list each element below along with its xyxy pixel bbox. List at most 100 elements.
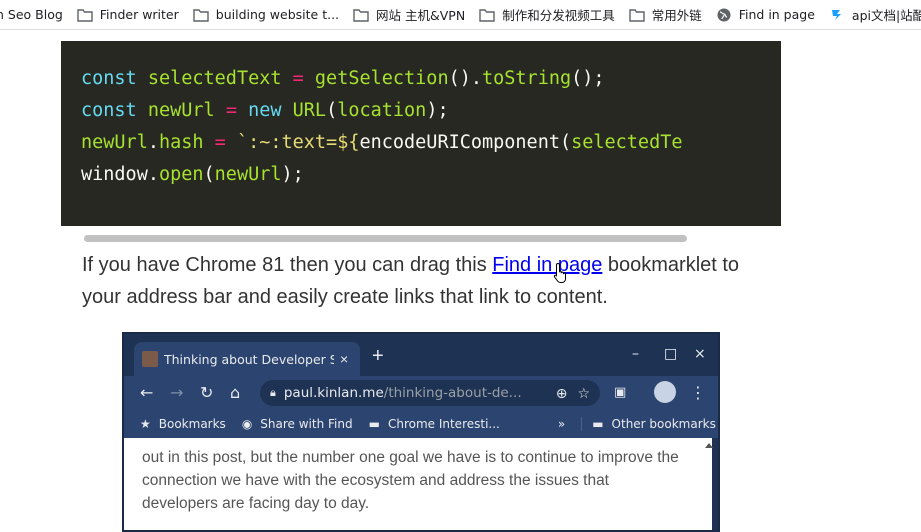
scrollbar-thumb[interactable] xyxy=(84,235,687,242)
bookmark-label: Bookmarks xyxy=(158,417,226,431)
code-line-3: newUrl.hash = `:~:text=${encodeURICompon… xyxy=(81,127,760,159)
bookmark-folder-finder-writer[interactable]: Finder writer xyxy=(71,3,187,27)
tab-close-icon[interactable]: × xyxy=(340,351,348,367)
embedded-bookmark-share-with-find[interactable]: ◉ Share with Find xyxy=(242,417,353,431)
code-token: newUrl xyxy=(214,164,282,185)
bookmark-api-docs[interactable]: api文档|站酷海洛 xyxy=(823,3,921,27)
tab-title: Thinking about Developer Sa xyxy=(164,351,334,367)
embedded-bookmark-chrome-interesting[interactable]: ▬ Chrome Interesti... xyxy=(369,417,500,431)
address-bar[interactable]: 🔒︎ paul.kinlan.me/thinking-about-de... ⊕… xyxy=(260,380,600,406)
browser-titlebar: Thinking about Developer Sa × + – □ × xyxy=(124,334,718,376)
paragraph-text-before: If you have Chrome 81 then you can drag … xyxy=(82,254,493,276)
code-token: ); xyxy=(281,164,304,185)
browser-tab[interactable]: Thinking about Developer Sa × xyxy=(134,342,360,376)
lock-icon: 🔒︎ xyxy=(270,386,276,399)
bookmark-label: 网站 主机&VPN xyxy=(376,8,466,23)
embedded-bookmark-bookmarks[interactable]: ★ Bookmarks xyxy=(140,417,226,431)
bookmark-label: Chrome Interesti... xyxy=(387,417,500,431)
url-path: /thinking-about-de... xyxy=(383,385,522,401)
bookmark-label: building website t... xyxy=(215,7,340,22)
find-in-page-link[interactable]: Find in page xyxy=(492,254,602,276)
url-domain: paul.kinlan.me xyxy=(283,385,384,401)
globe-icon: ◉ xyxy=(241,417,253,431)
bookmark-label: 常用外链 xyxy=(651,8,702,23)
folder-icon xyxy=(479,7,495,23)
code-token: ( xyxy=(326,100,338,121)
star-icon[interactable]: ☆ xyxy=(577,385,590,402)
bookmark-folder-hosting-vpn[interactable]: 网站 主机&VPN xyxy=(347,3,473,27)
code-line-4: window.open(newUrl); xyxy=(81,159,760,191)
bookmark-find-in-page[interactable]: Find in page xyxy=(710,3,823,27)
bookmark-label: 制作和分发视频工具 xyxy=(502,8,615,23)
embedded-page-content: out in this post, but the number one goa… xyxy=(124,438,714,530)
bookmark-seo-blog[interactable]: n Seo Blog xyxy=(0,3,71,27)
star-icon: ★ xyxy=(140,417,151,431)
bookmarklet-paragraph: If you have Chrome 81 then you can drag … xyxy=(82,249,782,313)
chevron-right-icon: » xyxy=(557,417,566,431)
embedded-content-text: out in this post, but the number one goa… xyxy=(142,449,679,512)
code-block: const selectedText = getSelection().toSt… xyxy=(61,41,781,245)
code-token: ); xyxy=(426,100,449,121)
code-token: encodeURIComponent xyxy=(359,132,560,153)
code-token: = xyxy=(214,132,226,153)
code-horizontal-scrollbar[interactable] xyxy=(81,231,760,245)
code-token: newUrl xyxy=(81,132,148,153)
hand-cursor-icon xyxy=(553,262,569,284)
add-icon[interactable]: ⊕ xyxy=(556,385,568,402)
code-token: . xyxy=(147,164,159,185)
bookmark-label: Share with Find xyxy=(260,417,353,431)
menu-dots-icon[interactable]: ⋮ xyxy=(690,384,706,402)
code-token: (). xyxy=(448,68,482,89)
bookmark-label: api文档|站酷海洛 xyxy=(851,8,921,23)
code-token: URL xyxy=(292,100,327,121)
embedded-bookmarks-overflow[interactable]: » xyxy=(558,417,565,431)
bookmark-label: Other bookmarks xyxy=(611,417,716,431)
new-tab-icon[interactable]: + xyxy=(372,346,384,366)
code-token: window xyxy=(81,164,148,185)
tab-favicon-icon xyxy=(142,351,158,367)
scroll-up-icon[interactable] xyxy=(705,443,713,448)
maximize-icon[interactable]: □ xyxy=(664,346,677,362)
code-token: getSelection xyxy=(314,68,449,89)
code-token: new xyxy=(248,100,282,121)
code-token: ( xyxy=(203,164,215,185)
bookmark-folder-video-tools[interactable]: 制作和分发视频工具 xyxy=(473,3,623,27)
home-icon[interactable]: ⌂ xyxy=(230,384,240,402)
bookmark-label: Finder writer xyxy=(99,7,179,22)
avatar[interactable] xyxy=(654,381,676,403)
brand-icon xyxy=(829,7,845,23)
code-token: ( xyxy=(559,132,572,153)
folder-icon xyxy=(77,7,93,23)
cast-icon[interactable]: ▣ xyxy=(614,384,626,402)
code-token: location xyxy=(337,100,427,121)
embedded-bookmark-other[interactable]: ▬ Other bookmarks xyxy=(581,417,716,431)
embedded-bookmarks-bar: ★ Bookmarks ◉ Share with Find ▬ Chrome I… xyxy=(124,410,718,438)
bookmark-folder-external-links[interactable]: 常用外链 xyxy=(623,3,710,27)
bookmarks-bar: n Seo Blog Finder writer building websit… xyxy=(0,0,921,30)
minimize-icon[interactable]: – xyxy=(632,346,639,362)
code-token: hash xyxy=(158,132,204,153)
bookmark-folder-building-website[interactable]: building website t... xyxy=(187,3,347,27)
code-token: = xyxy=(292,68,304,89)
embedded-browser-screenshot: Thinking about Developer Sa × + – □ × ← … xyxy=(122,332,720,532)
code-token: (); xyxy=(571,68,605,89)
code-token: selectedText xyxy=(147,68,282,89)
close-window-icon[interactable]: × xyxy=(694,346,706,362)
browser-toolbar: ← → ↻ ⌂ 🔒︎ paul.kinlan.me/thinking-about… xyxy=(124,376,718,410)
back-arrow-icon[interactable]: ← xyxy=(140,384,153,402)
globe-icon xyxy=(716,7,732,23)
folder-icon xyxy=(193,7,209,23)
forward-arrow-icon[interactable]: → xyxy=(170,384,183,402)
folder-icon: ▬ xyxy=(592,417,604,431)
code-token: open xyxy=(158,164,204,185)
code-token: selectedTe xyxy=(571,132,683,153)
code-line-2: const newUrl = new URL(location); xyxy=(81,95,760,127)
folder-icon xyxy=(353,7,369,23)
code-token: = xyxy=(225,100,237,121)
embedded-vertical-scrollbar[interactable] xyxy=(712,438,718,530)
code-token: newUrl xyxy=(147,100,215,121)
reload-icon[interactable]: ↻ xyxy=(200,384,213,402)
folder-icon xyxy=(629,7,645,23)
code-token: `:~:text=${ xyxy=(236,132,360,153)
code-token: const xyxy=(81,100,137,121)
